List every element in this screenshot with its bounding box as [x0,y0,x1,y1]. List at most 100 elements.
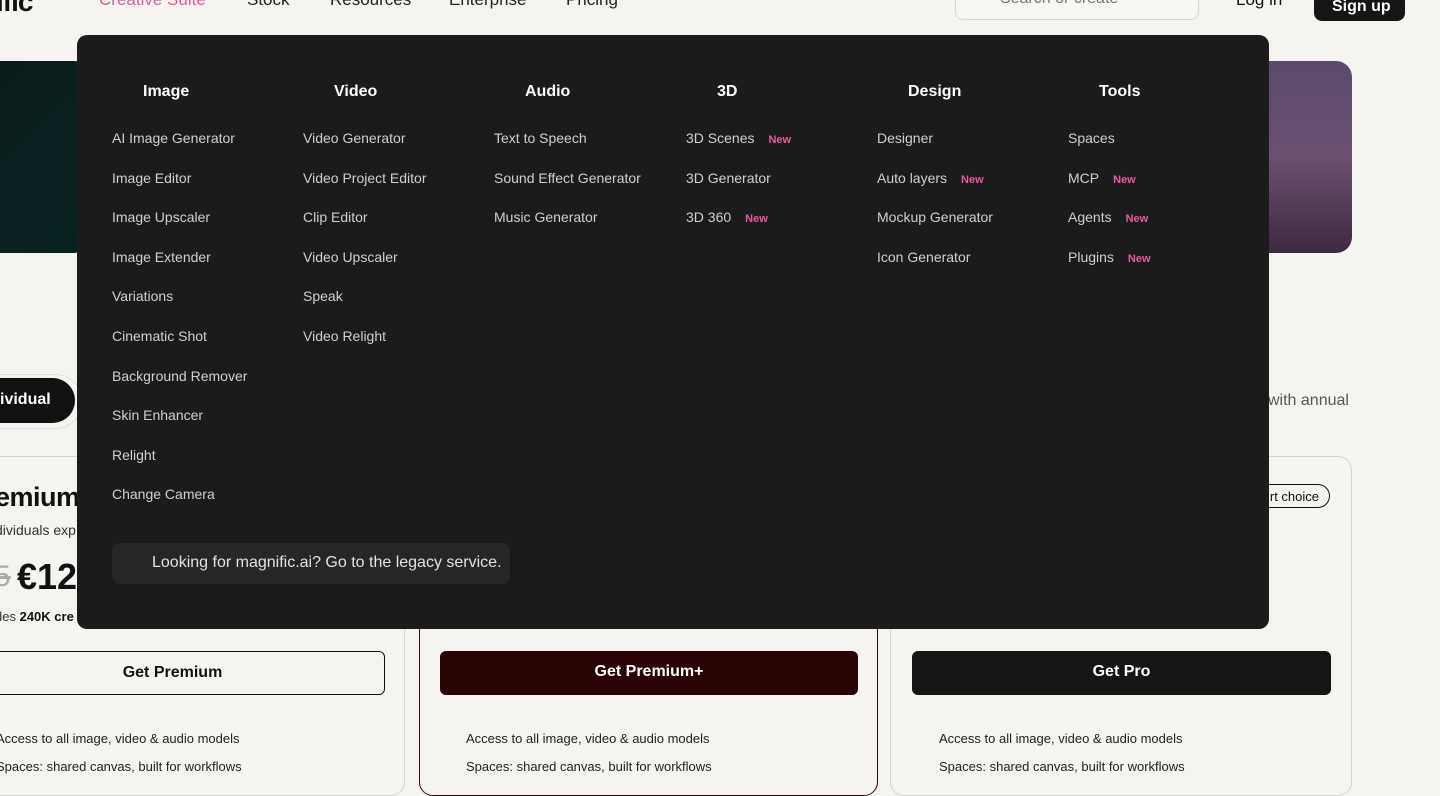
menu-item-auto-layers[interactable]: Auto layers New [877,170,984,186]
menu-item-label: Clip Editor [303,209,368,226]
menu-item-cinematic-shot[interactable]: Cinematic Shot [112,328,207,344]
get-premium-label: Get Premium [122,664,223,681]
get-premium-plus-button[interactable]: Get Premium+ [440,651,858,695]
menu-item-label: Cinematic Shot [112,328,207,344]
menu-item-label: Image Editor [112,169,192,186]
menu-item-image-editor[interactable]: Image Editor [112,170,191,186]
login-link[interactable]: Log in [1236,0,1282,10]
menu-item-label: Speak [303,288,343,305]
top-nav: ific Creative Suite Stock Resources Ente… [0,0,1440,34]
feature-item: Access to all image, video & audio model… [939,731,1183,746]
credits-suffix: cre [54,609,74,624]
menu-item-mcp[interactable]: MCP New [1068,170,1136,186]
nav-resources[interactable]: Resources [330,0,411,10]
menu-item-label: Plugins [1068,248,1114,265]
nav-stock[interactable]: Stock [247,0,290,10]
menu-item-speak[interactable]: Speak [303,288,343,304]
menu-item-change-camera[interactable]: Change Camera [112,486,215,502]
menu-item-plugins[interactable]: Plugins New [1068,249,1151,265]
signup-button[interactable]: Sign up [1314,0,1405,21]
get-premium-button[interactable]: Get Premium [0,651,385,695]
menu-item-image-upscaler[interactable]: Image Upscaler [112,209,210,225]
new-badge: New [1127,252,1151,265]
annual-note: with annual [1268,392,1349,409]
menu-column-title-tools: Tools [1099,83,1141,100]
menu-item-label: Music Generator [494,209,598,226]
get-pro-button[interactable]: Get Pro [912,651,1331,695]
menu-item-mockup-generator[interactable]: Mockup Generator [877,209,993,225]
menu-item-spaces[interactable]: Spaces [1068,130,1115,146]
menu-item-video-relight[interactable]: Video Relight [303,328,386,344]
menu-item-ai-image-generator[interactable]: AI Image Generator [112,130,235,146]
menu-item-label: Video Project Editor [303,169,427,186]
menu-item-sound-effect-generator[interactable]: Sound Effect Generator [494,170,641,186]
new-badge: New [961,173,984,186]
menu-item-label: AI Image Generator [112,130,235,146]
search-input[interactable]: Search or create [955,0,1199,20]
menu-item-label: Mockup Generator [877,209,993,226]
get-pro-label: Get Pro [1092,663,1151,680]
menu-item-label: Relight [112,446,156,463]
premium-subtitle: dividuals exp [0,522,76,538]
nav-enterprise[interactable]: Enterprise [449,0,526,10]
menu-item-3d-scenes[interactable]: 3D Scenes New [686,130,791,146]
nav-pricing[interactable]: Pricing [566,0,618,10]
search-placeholder: Search or create [1000,0,1118,8]
menu-item-label: Agents [1068,209,1112,226]
menu-item-label: Video Relight [303,328,387,344]
menu-item-label: 3D 360 [686,209,732,226]
menu-item-label: Image Upscaler [112,209,211,226]
menu-item-video-generator[interactable]: Video Generator [303,130,405,146]
menu-item-label: Sound Effect Generator [494,169,641,186]
menu-item-icon-generator[interactable]: Icon Generator [877,249,970,265]
menu-item-label: Skin Enhancer [112,407,204,424]
premium-title: emium [0,482,80,512]
menu-item-label: 3D Generator [686,169,771,186]
menu-item-label: Background Remover [112,367,248,384]
menu-item-music-generator[interactable]: Music Generator [494,209,597,225]
menu-column-title-video: Video [334,83,378,100]
menu-item-3d-360[interactable]: 3D 360 New [686,209,768,225]
menu-item-background-remover[interactable]: Background Remover [112,368,247,384]
menu-item-label: 3D Scenes [686,130,755,146]
smart-choice-label: rt choice [1269,489,1319,504]
menu-item-text-to-speech[interactable]: Text to Speech [494,130,587,146]
menu-item-relight[interactable]: Relight [112,447,156,463]
menu-column-title-3d: 3D [717,83,738,100]
menu-column-title-audio: Audio [525,83,571,100]
menu-item-designer[interactable]: Designer [877,130,933,146]
new-badge: New [1125,213,1149,226]
nav-creative-suite[interactable]: Creative Suite [99,0,206,10]
legacy-service-link[interactable]: Looking for magnific.ai? Go to the legac… [112,543,510,584]
new-badge: New [745,213,768,226]
menu-item-skin-enhancer[interactable]: Skin Enhancer [112,407,203,423]
menu-item-label: Video Upscaler [303,248,398,265]
hero-image-right [1262,61,1352,253]
menu-item-label: MCP [1068,169,1100,186]
menu-item-agents[interactable]: Agents New [1068,209,1148,225]
menu-item-3d-generator[interactable]: 3D Generator [686,170,771,186]
credits-amount: 240K [19,609,51,624]
menu-item-label: Designer [877,130,934,146]
premium-credits: des 240K cre [0,609,74,624]
menu-item-video-project-editor[interactable]: Video Project Editor [303,170,426,186]
menu-item-variations[interactable]: Variations [112,288,173,304]
toggle-individual[interactable]: ividual [0,378,75,423]
feature-item: Access to all image, video & audio model… [466,731,710,746]
creative-suite-menu: Looking for magnific.ai? Go to the legac… [77,35,1269,629]
menu-column-title-image: Image [143,83,190,100]
feature-item: Access to all image, video & audio model… [0,731,240,746]
signup-label: Sign up [1332,0,1391,15]
feature-item: Spaces: shared canvas, built for workflo… [939,759,1185,774]
menu-item-label: Spaces [1068,130,1115,146]
menu-item-label: Auto layers [877,169,948,186]
logo[interactable]: ific [0,0,33,18]
menu-item-label: Image Extender [112,248,211,265]
menu-item-label: Change Camera [112,486,215,503]
get-premium-plus-label: Get Premium+ [594,663,704,680]
menu-item-video-upscaler[interactable]: Video Upscaler [303,249,398,265]
menu-item-image-extender[interactable]: Image Extender [112,249,211,265]
menu-item-clip-editor[interactable]: Clip Editor [303,209,368,225]
premium-old-price: 5 [0,560,11,593]
new-badge: New [768,134,792,146]
